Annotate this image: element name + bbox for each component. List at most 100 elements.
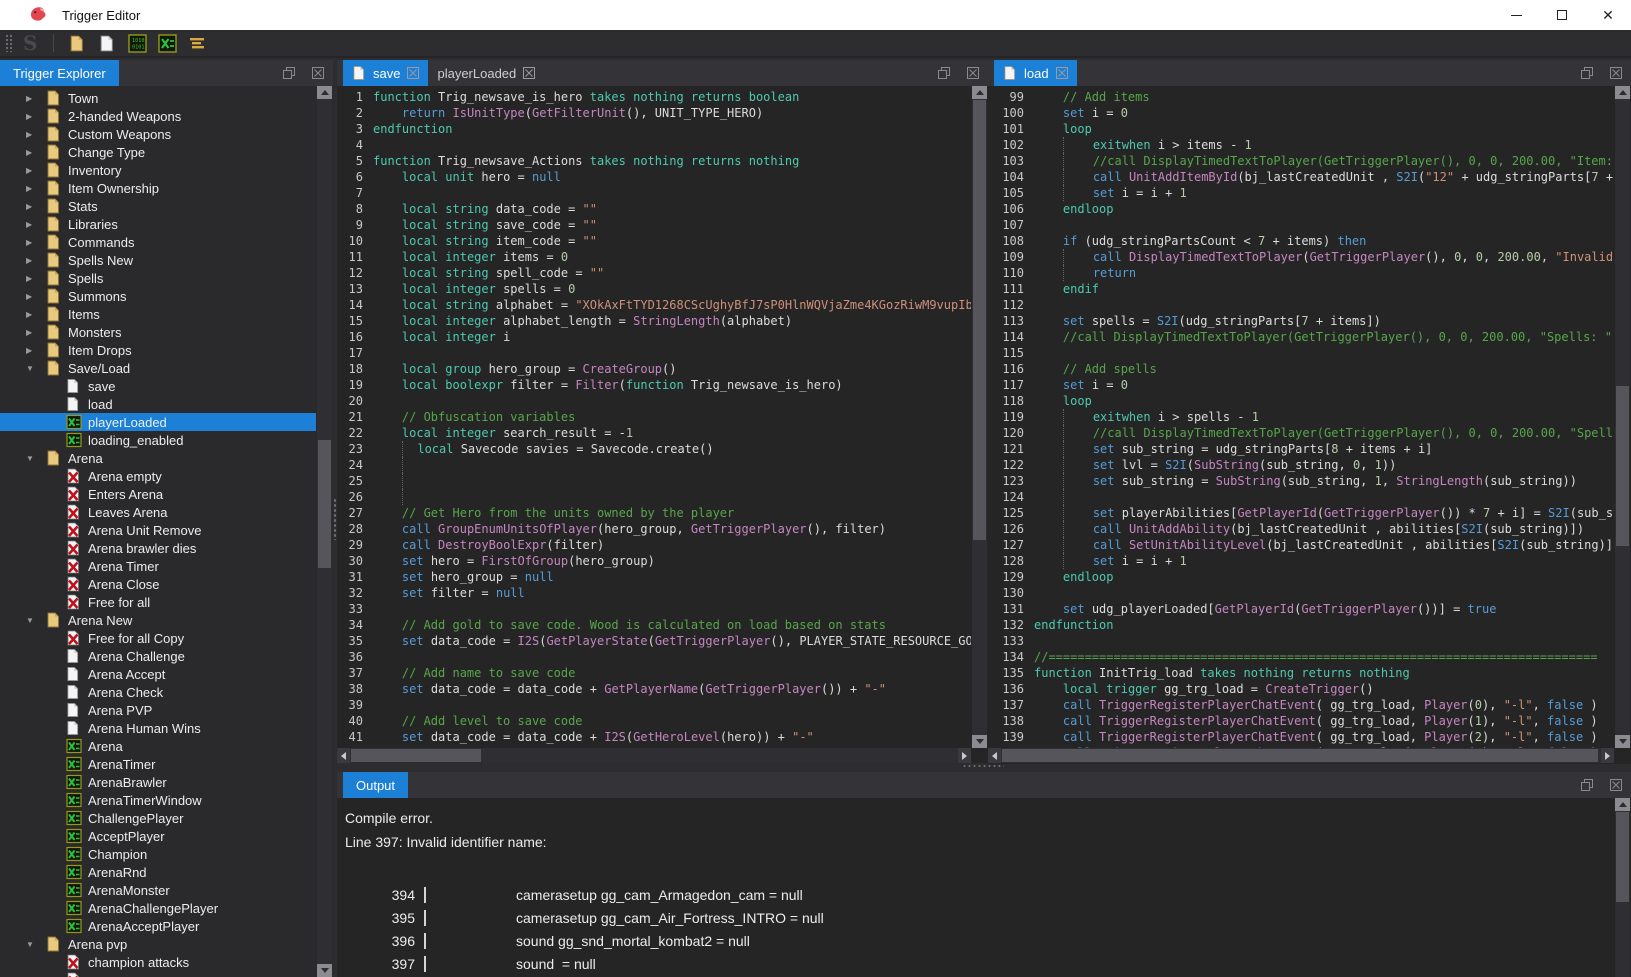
tree-item-change-type[interactable]: ▶Change Type xyxy=(0,143,316,161)
expand-arrow-icon[interactable]: ▶ xyxy=(26,328,46,337)
expand-arrow-icon[interactable]: ▶ xyxy=(26,256,46,265)
vertical-splitter-grip[interactable] xyxy=(333,498,337,540)
binary-card-button[interactable]: 10100101 xyxy=(127,33,147,53)
tree-item-champion[interactable]: Champion xyxy=(0,845,316,863)
tree-item-free-for-all-copy[interactable]: Free for all Copy xyxy=(0,629,316,647)
float-panel-icon[interactable] xyxy=(283,67,295,79)
tree-item-arena[interactable]: Arena xyxy=(0,737,316,755)
tree-item-playerloaded[interactable]: playerLoaded xyxy=(0,413,316,431)
trigger-explorer-tab[interactable]: Trigger Explorer xyxy=(0,60,119,86)
scrollbar-thumb[interactable] xyxy=(1002,749,1598,762)
expand-arrow-icon[interactable]: ▶ xyxy=(26,166,46,175)
scrollbar-thumb[interactable] xyxy=(351,749,481,762)
tab-save[interactable]: save xyxy=(343,60,428,86)
scroll-up-button[interactable] xyxy=(972,86,987,99)
tree-item-save[interactable]: save xyxy=(0,377,316,395)
tree-item-load[interactable]: load xyxy=(0,395,316,413)
float-panel-icon[interactable] xyxy=(938,67,950,79)
tree-item-arena-check[interactable]: Arena Check xyxy=(0,683,316,701)
load-editor-vscrollbar[interactable] xyxy=(1615,86,1630,748)
close-panel-icon[interactable] xyxy=(967,67,979,79)
tree-item-arena-close[interactable]: Arena Close xyxy=(0,575,316,593)
scroll-left-button[interactable] xyxy=(988,748,1001,763)
code-editor-save[interactable]: 1function Trig_newsave_is_hero takes not… xyxy=(337,86,971,748)
expand-arrow-icon[interactable]: ▶ xyxy=(26,238,46,247)
minimize-button[interactable] xyxy=(1493,0,1539,30)
expand-arrow-icon[interactable]: ▶ xyxy=(26,148,46,157)
tree-item-summons[interactable]: ▶Summons xyxy=(0,287,316,305)
scrollbar-thumb[interactable] xyxy=(1616,812,1629,902)
scroll-up-button[interactable] xyxy=(317,86,332,99)
output-tab[interactable]: Output xyxy=(343,772,408,798)
tab-close-icon[interactable] xyxy=(523,67,535,79)
expand-arrow-icon[interactable]: ▶ xyxy=(26,310,46,319)
close-button[interactable]: ✕ xyxy=(1585,0,1631,30)
collapse-arrow-icon[interactable]: ▼ xyxy=(26,616,46,625)
scroll-up-button[interactable] xyxy=(1615,86,1630,99)
save-editor-vscrollbar[interactable] xyxy=(972,86,987,748)
tab-playerLoaded[interactable]: playerLoaded xyxy=(428,60,544,86)
tree-item-arenatimerwindow[interactable]: ArenaTimerWindow xyxy=(0,791,316,809)
scroll-down-button[interactable] xyxy=(1615,735,1630,748)
tree-item-arena-challenge[interactable]: Arena Challenge xyxy=(0,647,316,665)
tree-item-arenabrawler[interactable]: ArenaBrawler xyxy=(0,773,316,791)
tree-item-arena-pvp[interactable]: Arena PVP xyxy=(0,701,316,719)
scroll-down-button[interactable] xyxy=(972,735,987,748)
tab-close-icon[interactable] xyxy=(1056,67,1068,79)
expand-arrow-icon[interactable]: ▶ xyxy=(26,202,46,211)
tree-item-libraries[interactable]: ▶Libraries xyxy=(0,215,316,233)
tree-item-spells-new[interactable]: ▶Spells New xyxy=(0,251,316,269)
tree-item-save-load[interactable]: ▼Save/Load xyxy=(0,359,316,377)
collapse-arrow-icon[interactable]: ▼ xyxy=(26,454,46,463)
tree-item-partial[interactable] xyxy=(0,971,316,977)
expand-arrow-icon[interactable]: ▶ xyxy=(26,346,46,355)
tree-item-enters-arena[interactable]: Enters Arena xyxy=(0,485,316,503)
comment-lines-button[interactable] xyxy=(187,33,207,53)
tree-item-custom-weapons[interactable]: ▶Custom Weapons xyxy=(0,125,316,143)
close-panel-icon[interactable] xyxy=(312,67,324,79)
tree-item-inventory[interactable]: ▶Inventory xyxy=(0,161,316,179)
tree-item-commands[interactable]: ▶Commands xyxy=(0,233,316,251)
tree-item-arenamonster[interactable]: ArenaMonster xyxy=(0,881,316,899)
tree-item-leaves-arena[interactable]: Leaves Arena xyxy=(0,503,316,521)
code-editor-load[interactable]: 99 // Add items100 set i = 0101 loop102 … xyxy=(988,86,1614,749)
tab-load[interactable]: load xyxy=(994,60,1077,86)
tab-close-icon[interactable] xyxy=(407,67,419,79)
scrollbar-thumb[interactable] xyxy=(973,100,986,540)
new-trigger-button[interactable] xyxy=(97,33,117,53)
output-scrollbar[interactable] xyxy=(1615,798,1630,977)
scroll-down-button[interactable] xyxy=(317,964,332,977)
scrollbar-thumb[interactable] xyxy=(318,440,331,568)
tree-item-loading-enabled[interactable]: loading_enabled xyxy=(0,431,316,449)
close-panel-icon[interactable] xyxy=(1610,67,1622,79)
expand-arrow-icon[interactable]: ▶ xyxy=(26,112,46,121)
horizontal-splitter-grip[interactable] xyxy=(962,764,1004,769)
tree-item-challengeplayer[interactable]: ChallengePlayer xyxy=(0,809,316,827)
explorer-scrollbar[interactable] xyxy=(317,86,332,977)
float-panel-icon[interactable] xyxy=(1581,779,1593,791)
tree-item-free-for-all[interactable]: Free for all xyxy=(0,593,316,611)
scroll-left-button[interactable] xyxy=(337,748,350,763)
load-editor-hscrollbar[interactable] xyxy=(988,748,1614,763)
tree-item-arena-timer[interactable]: Arena Timer xyxy=(0,557,316,575)
float-panel-icon[interactable] xyxy=(1581,67,1593,79)
trigger-explorer-tree[interactable]: ▶Town▶2-handed Weapons▶Custom Weapons▶Ch… xyxy=(0,86,316,977)
save-editor-hscrollbar[interactable] xyxy=(337,748,971,763)
expand-arrow-icon[interactable]: ▶ xyxy=(26,130,46,139)
tree-item-arenarnd[interactable]: ArenaRnd xyxy=(0,863,316,881)
tree-item-item-ownership[interactable]: ▶Item Ownership xyxy=(0,179,316,197)
tree-item-arenatimer[interactable]: ArenaTimer xyxy=(0,755,316,773)
tree-item-arena-new[interactable]: ▼Arena New xyxy=(0,611,316,629)
scrollbar-thumb[interactable] xyxy=(1616,386,1629,546)
tree-item-arena-accept[interactable]: Arena Accept xyxy=(0,665,316,683)
tree-item-arena-empty[interactable]: Arena empty xyxy=(0,467,316,485)
close-panel-icon[interactable] xyxy=(1610,779,1622,791)
tree-item-acceptplayer[interactable]: AcceptPlayer xyxy=(0,827,316,845)
collapse-arrow-icon[interactable]: ▼ xyxy=(26,940,46,949)
scroll-right-button[interactable] xyxy=(958,748,971,763)
convert-script-button[interactable] xyxy=(157,33,177,53)
scroll-up-button[interactable] xyxy=(1615,798,1630,811)
collapse-arrow-icon[interactable]: ▼ xyxy=(26,364,46,373)
expand-arrow-icon[interactable]: ▶ xyxy=(26,292,46,301)
tree-item-arenaacceptplayer[interactable]: ArenaAcceptPlayer xyxy=(0,917,316,935)
